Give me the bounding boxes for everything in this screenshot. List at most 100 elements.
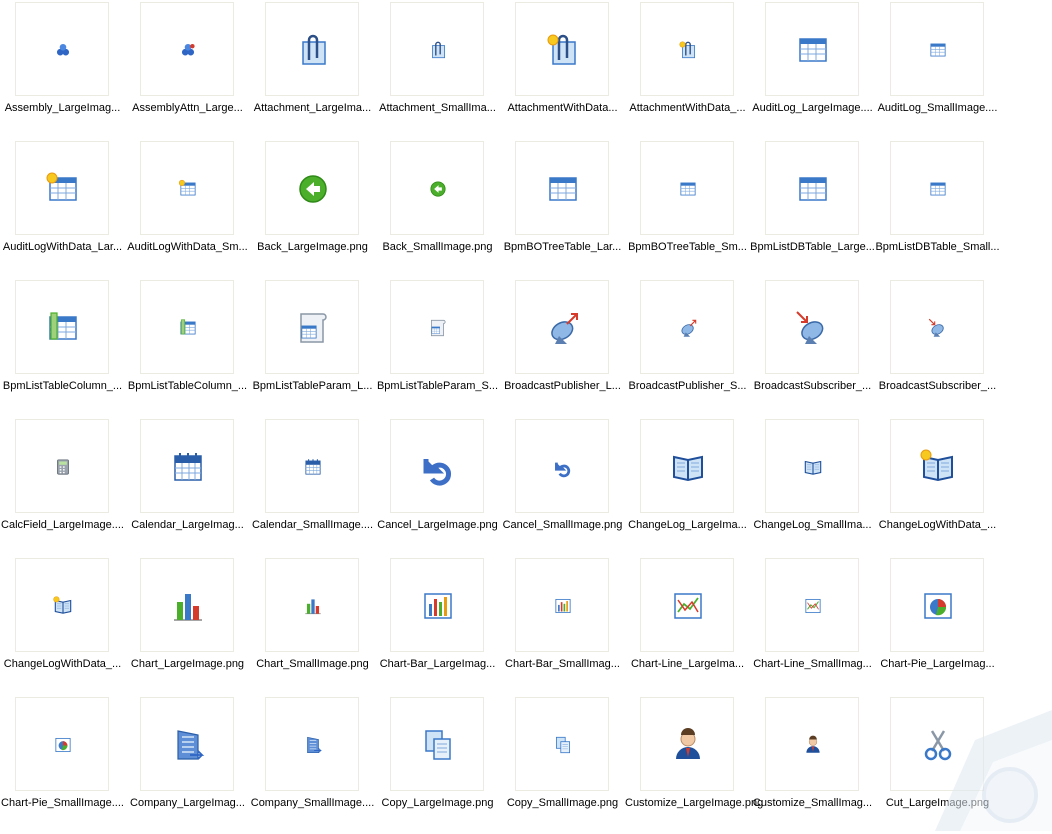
file-name-label[interactable]: Chart-Line_SmallImag... [750,657,875,671]
file-name-label[interactable]: AuditLogWithData_Lar... [0,240,125,254]
file-name-label[interactable]: BroadcastPublisher_L... [500,379,625,393]
file-item[interactable]: BroadcastSubscriber_... [750,278,875,417]
file-name-label[interactable]: Customize_LargeImage.png [625,796,763,810]
file-item[interactable]: ChangeLog_LargeIma... [625,417,750,556]
file-name-label[interactable]: BpmListTableParam_S... [375,379,500,393]
file-name-label[interactable]: Attachment_SmallIma... [375,101,500,115]
file-item[interactable]: Back_LargeImage.png [250,139,375,278]
file-thumbnail[interactable] [640,2,734,96]
file-name-label[interactable]: Cut_LargeImage.png [875,796,1000,810]
file-thumbnail[interactable] [15,558,109,652]
file-thumbnail[interactable] [140,419,234,513]
file-name-label[interactable]: AssemblyAttn_Large... [125,101,250,115]
file-item[interactable]: BpmListTableParam_S... [375,278,500,417]
file-thumbnail[interactable] [15,141,109,235]
file-name-label[interactable]: Chart_SmallImage.png [250,657,375,671]
file-thumbnail[interactable] [265,280,359,374]
file-thumbnail[interactable] [890,141,984,235]
file-thumbnail[interactable] [640,280,734,374]
file-item[interactable]: ChangeLogWithData_... [0,556,125,695]
file-item[interactable]: Calendar_SmallImage.... [250,417,375,556]
file-name-label[interactable]: BroadcastSubscriber_... [875,379,1000,393]
file-name-label[interactable]: BpmBOTreeTable_Lar... [500,240,625,254]
file-thumbnail[interactable] [890,280,984,374]
file-name-label[interactable]: Chart_LargeImage.png [125,657,250,671]
file-name-label[interactable]: Calendar_LargeImag... [125,518,250,532]
file-name-label[interactable]: Chart-Pie_LargeImag... [875,657,1000,671]
file-item[interactable]: Customize_SmallImag... [750,695,875,834]
file-thumbnail[interactable] [265,697,359,791]
file-item[interactable]: Assembly_LargeImag... [0,0,125,139]
file-name-label[interactable]: Assembly_LargeImag... [0,101,125,115]
file-name-label[interactable]: Chart-Pie_SmallImage.... [0,796,125,810]
file-thumbnail[interactable] [890,2,984,96]
file-item[interactable]: AuditLog_LargeImage.... [750,0,875,139]
file-item[interactable]: BpmListDBTable_Small... [875,139,1000,278]
file-thumbnail[interactable] [140,558,234,652]
file-name-label[interactable]: Company_SmallImage.... [250,796,375,810]
file-thumbnail[interactable] [265,419,359,513]
file-name-label[interactable]: Back_LargeImage.png [250,240,375,254]
file-item[interactable]: Chart-Pie_LargeImag... [875,556,1000,695]
file-name-label[interactable]: Copy_SmallImage.png [500,796,625,810]
file-name-label[interactable]: AttachmentWithData_... [625,101,750,115]
file-name-label[interactable]: ChangeLog_LargeIma... [625,518,750,532]
file-thumbnail[interactable] [890,419,984,513]
file-name-label[interactable]: Company_LargeImag... [125,796,250,810]
file-thumbnail[interactable] [890,558,984,652]
file-thumbnail[interactable] [515,280,609,374]
file-item[interactable]: Chart_LargeImage.png [125,556,250,695]
file-item[interactable]: AttachmentWithData... [500,0,625,139]
file-thumbnail[interactable] [15,419,109,513]
file-item[interactable]: Attachment_LargeIma... [250,0,375,139]
file-thumbnail[interactable] [640,558,734,652]
file-item[interactable]: Chart-Line_LargeIma... [625,556,750,695]
file-thumbnail[interactable] [515,558,609,652]
file-item[interactable]: Chart_SmallImage.png [250,556,375,695]
file-name-label[interactable]: BpmListDBTable_Small... [875,240,1000,254]
file-name-label[interactable]: ChangeLogWithData_... [875,518,1000,532]
file-name-label[interactable]: Chart-Line_LargeIma... [625,657,750,671]
file-item[interactable]: BroadcastPublisher_L... [500,278,625,417]
file-thumbnail[interactable] [140,141,234,235]
file-name-label[interactable]: AuditLogWithData_Sm... [125,240,250,254]
file-thumbnail[interactable] [765,2,859,96]
file-item[interactable]: Customize_LargeImage.png [625,695,763,834]
file-thumbnail[interactable] [140,697,234,791]
file-name-label[interactable]: Copy_LargeImage.png [375,796,500,810]
file-thumbnail[interactable] [265,141,359,235]
file-item[interactable]: Company_SmallImage.... [250,695,375,834]
file-thumbnail[interactable] [640,419,734,513]
file-item[interactable]: Cut_LargeImage.png [875,695,1000,834]
file-name-label[interactable]: BpmListTableColumn_... [0,379,125,393]
file-thumbnail[interactable] [15,280,109,374]
file-item[interactable]: AuditLog_SmallImage.... [875,0,1000,139]
file-item[interactable]: BroadcastSubscriber_... [875,278,1000,417]
file-name-label[interactable]: BpmListTableParam_L... [250,379,375,393]
file-name-label[interactable]: Back_SmallImage.png [375,240,500,254]
file-thumbnail[interactable] [15,697,109,791]
file-thumbnail[interactable] [515,141,609,235]
file-item[interactable]: BpmBOTreeTable_Lar... [500,139,625,278]
file-name-label[interactable]: BroadcastSubscriber_... [750,379,875,393]
file-item[interactable]: BpmListTableColumn_... [125,278,250,417]
file-item[interactable]: Copy_LargeImage.png [375,695,500,834]
file-item[interactable]: Cancel_LargeImage.png [375,417,500,556]
file-name-label[interactable]: BroadcastPublisher_S... [625,379,750,393]
file-name-label[interactable]: AuditLog_SmallImage.... [875,101,1000,115]
file-item[interactable]: CalcField_LargeImage.... [0,417,125,556]
file-item[interactable]: Cancel_SmallImage.png [500,417,625,556]
file-thumbnail[interactable] [390,280,484,374]
file-thumbnail[interactable] [515,419,609,513]
file-thumbnail[interactable] [390,141,484,235]
file-thumbnail[interactable] [765,558,859,652]
file-item[interactable]: Back_SmallImage.png [375,139,500,278]
file-name-label[interactable]: ChangeLogWithData_... [0,657,125,671]
file-item[interactable]: Chart-Pie_SmallImage.... [0,695,125,834]
file-thumbnail[interactable] [390,2,484,96]
file-name-label[interactable]: Chart-Bar_LargeImag... [375,657,500,671]
file-item[interactable]: AttachmentWithData_... [625,0,750,139]
file-name-label[interactable]: Customize_SmallImag... [750,796,875,810]
file-item[interactable]: Chart-Bar_LargeImag... [375,556,500,695]
file-name-label[interactable]: ChangeLog_SmallIma... [750,518,875,532]
